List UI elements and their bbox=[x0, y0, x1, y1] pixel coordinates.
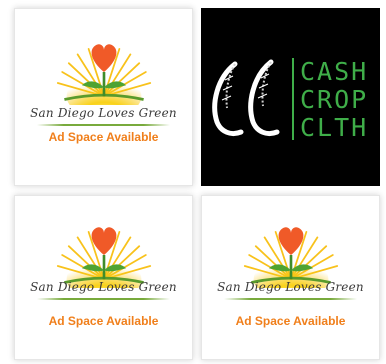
ad-space-available-link[interactable]: Ad Space Available bbox=[15, 314, 192, 328]
brand-name: San Diego Loves Green bbox=[217, 280, 364, 294]
cc-monogram-logo-icon bbox=[212, 59, 280, 137]
brand-underline bbox=[224, 298, 357, 300]
brand-divider bbox=[292, 58, 294, 140]
brand-underline bbox=[37, 124, 170, 126]
brand-word-1: CASH bbox=[300, 57, 369, 86]
ad-space-available-link[interactable]: Ad Space Available bbox=[202, 314, 379, 328]
brand-word-3: CLTH bbox=[300, 113, 369, 142]
brand-word-2: CROP bbox=[300, 85, 369, 114]
ad-tile-4[interactable]: San Diego Loves Green Ad Space Available bbox=[201, 195, 380, 360]
brand-underline bbox=[37, 298, 170, 300]
ad-space-available-link[interactable]: Ad Space Available bbox=[15, 130, 192, 144]
ad-tile-1[interactable]: San Diego Loves Green Ad Space Available bbox=[14, 8, 193, 186]
ad-tile-cash-crop[interactable]: CASH CROP CLTH bbox=[201, 8, 380, 186]
ad-tile-3[interactable]: San Diego Loves Green Ad Space Available bbox=[14, 195, 193, 360]
heart-sprout-sun-logo-icon bbox=[236, 222, 346, 288]
heart-sprout-sun-logo-icon bbox=[49, 222, 159, 288]
brand-name: San Diego Loves Green bbox=[30, 280, 177, 294]
heart-sprout-sun-logo-icon bbox=[49, 39, 159, 105]
brand-name: San Diego Loves Green bbox=[30, 106, 177, 120]
